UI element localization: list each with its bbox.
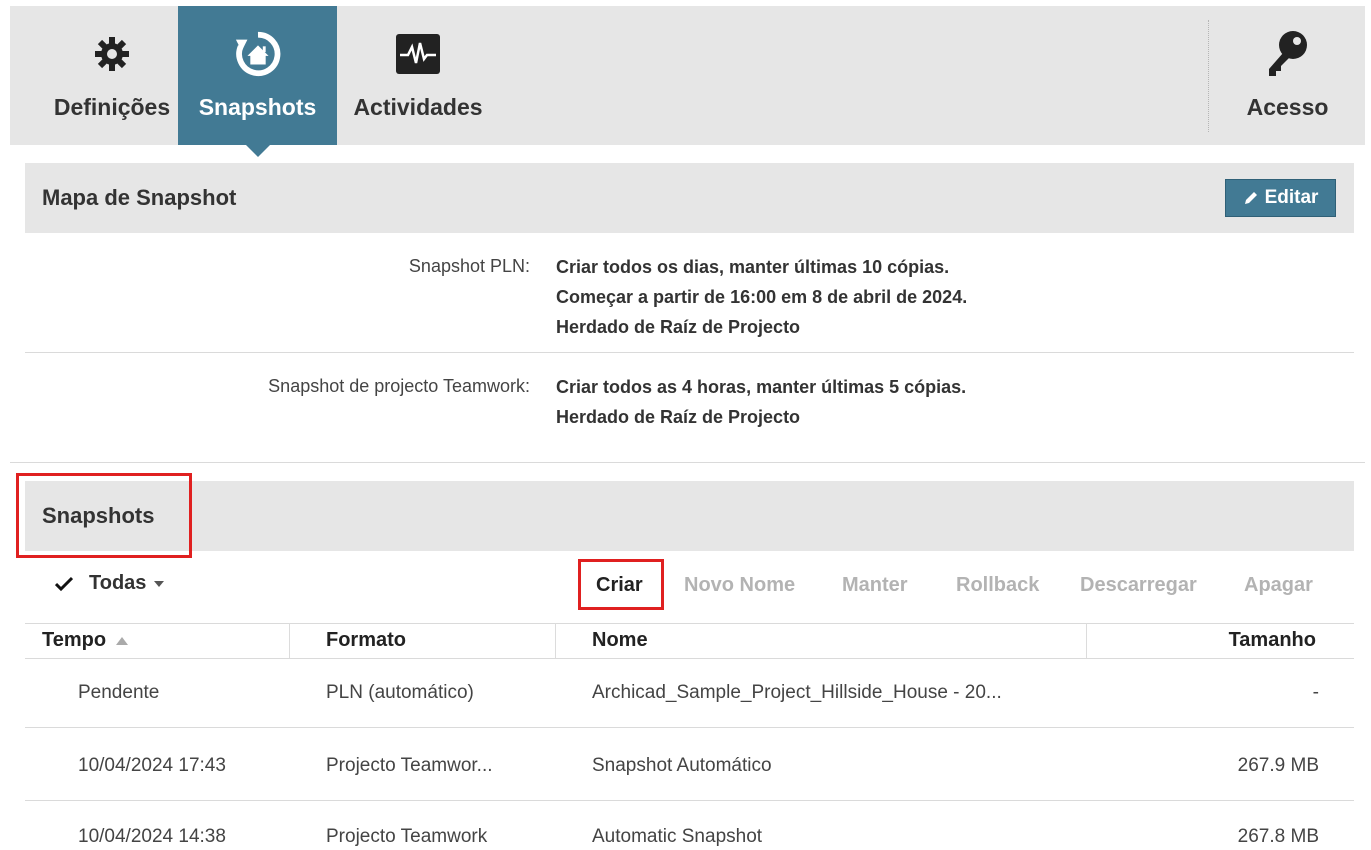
map-row-teamwork: Snapshot de projecto Teamwork: Criar tod… <box>25 372 1354 442</box>
row-divider <box>25 727 1354 728</box>
cell-time: 10/04/2024 17:43 <box>78 755 226 776</box>
column-separator <box>555 623 556 658</box>
map-row-line: Criar todos as 4 horas, manter últimas 5… <box>556 377 967 397</box>
cell-name: Snapshot Automático <box>592 755 772 776</box>
map-row-label: Snapshot PLN: <box>408 256 530 276</box>
rollback-button[interactable]: Rollback <box>956 574 1039 597</box>
highlight-box <box>16 473 192 558</box>
download-button[interactable]: Descarregar <box>1080 574 1197 597</box>
rename-button[interactable]: Novo Nome <box>684 574 795 597</box>
tab-definicoes[interactable]: Definições <box>36 6 188 145</box>
tab-label: Definições <box>53 94 171 120</box>
cell-format: Projecto Teamwork <box>326 826 488 847</box>
edit-button[interactable]: Editar <box>1225 179 1336 217</box>
snapshot-restore-icon <box>234 30 282 78</box>
filter-dropdown[interactable]: Todas <box>55 572 165 595</box>
tab-label: Snapshots <box>198 94 317 120</box>
highlight-box <box>578 559 664 610</box>
cell-size: 267.8 MB <box>1237 826 1319 847</box>
pencil-icon <box>1244 192 1257 204</box>
map-row-value: Criar todos os dias, manter últimas 10 c… <box>556 252 967 342</box>
tab-actividades[interactable]: Actividades <box>337 6 499 145</box>
access-button[interactable]: Acesso <box>1210 6 1365 145</box>
map-row-line: Herdado de Raíz de Projecto <box>556 317 801 337</box>
cell-name: Archicad_Sample_Project_Hillside_House -… <box>592 682 1002 703</box>
column-title: Tempo <box>42 629 107 651</box>
keep-button[interactable]: Manter <box>842 574 908 597</box>
gear-icon <box>88 30 136 78</box>
chevron-down-icon <box>154 580 165 587</box>
column-header-name[interactable]: Nome <box>592 629 648 652</box>
sort-ascending-icon <box>116 636 129 645</box>
divider <box>10 462 1365 463</box>
check-icon <box>55 576 73 591</box>
map-row-label: Snapshot de projecto Teamwork: <box>268 376 530 396</box>
cell-time: 10/04/2024 14:38 <box>78 826 226 847</box>
edit-label: Editar <box>1264 187 1319 208</box>
divider <box>25 352 1354 353</box>
map-row-line: Criar todos os dias, manter últimas 10 c… <box>556 257 950 277</box>
toolbar-divider <box>1208 20 1209 132</box>
column-header-format[interactable]: Formato <box>326 629 406 652</box>
key-icon <box>1264 30 1312 78</box>
activity-monitor-icon <box>394 30 442 78</box>
filter-label: Todas <box>89 572 147 594</box>
snapshots-header: Snapshots <box>25 481 1354 551</box>
map-row-line: Herdado de Raíz de Projecto <box>556 407 801 427</box>
cell-size: - <box>1312 682 1319 703</box>
column-header-time[interactable]: Tempo <box>42 629 129 652</box>
top-toolbar: Definições Snapshots Actividades Acesso <box>10 6 1365 157</box>
map-row-value: Criar todos as 4 horas, manter últimas 5… <box>556 372 966 432</box>
cell-time: Pendente <box>78 682 160 703</box>
delete-button[interactable]: Apagar <box>1244 574 1313 597</box>
column-separator <box>1086 623 1087 658</box>
row-divider <box>25 800 1354 801</box>
section-title: Mapa de Snapshot <box>42 185 237 210</box>
tab-label: Actividades <box>353 94 483 120</box>
cell-format: Projecto Teamwor... <box>326 755 493 776</box>
cell-size: 267.9 MB <box>1237 755 1319 776</box>
table-header-top <box>25 623 1354 624</box>
map-row-pln: Snapshot PLN: Criar todos os dias, mante… <box>25 252 1354 352</box>
cell-format: PLN (automático) <box>326 682 474 703</box>
table-header-bottom <box>25 658 1354 659</box>
column-separator <box>289 623 290 658</box>
tab-snapshots[interactable]: Snapshots <box>178 6 337 157</box>
column-header-size[interactable]: Tamanho <box>1229 629 1316 652</box>
cell-name: Automatic Snapshot <box>592 826 763 847</box>
access-label: Acesso <box>1246 94 1329 120</box>
map-row-line: Começar a partir de 16:00 em 8 de abril … <box>556 287 968 307</box>
snapshot-map-header: Mapa de Snapshot Editar <box>25 163 1354 233</box>
